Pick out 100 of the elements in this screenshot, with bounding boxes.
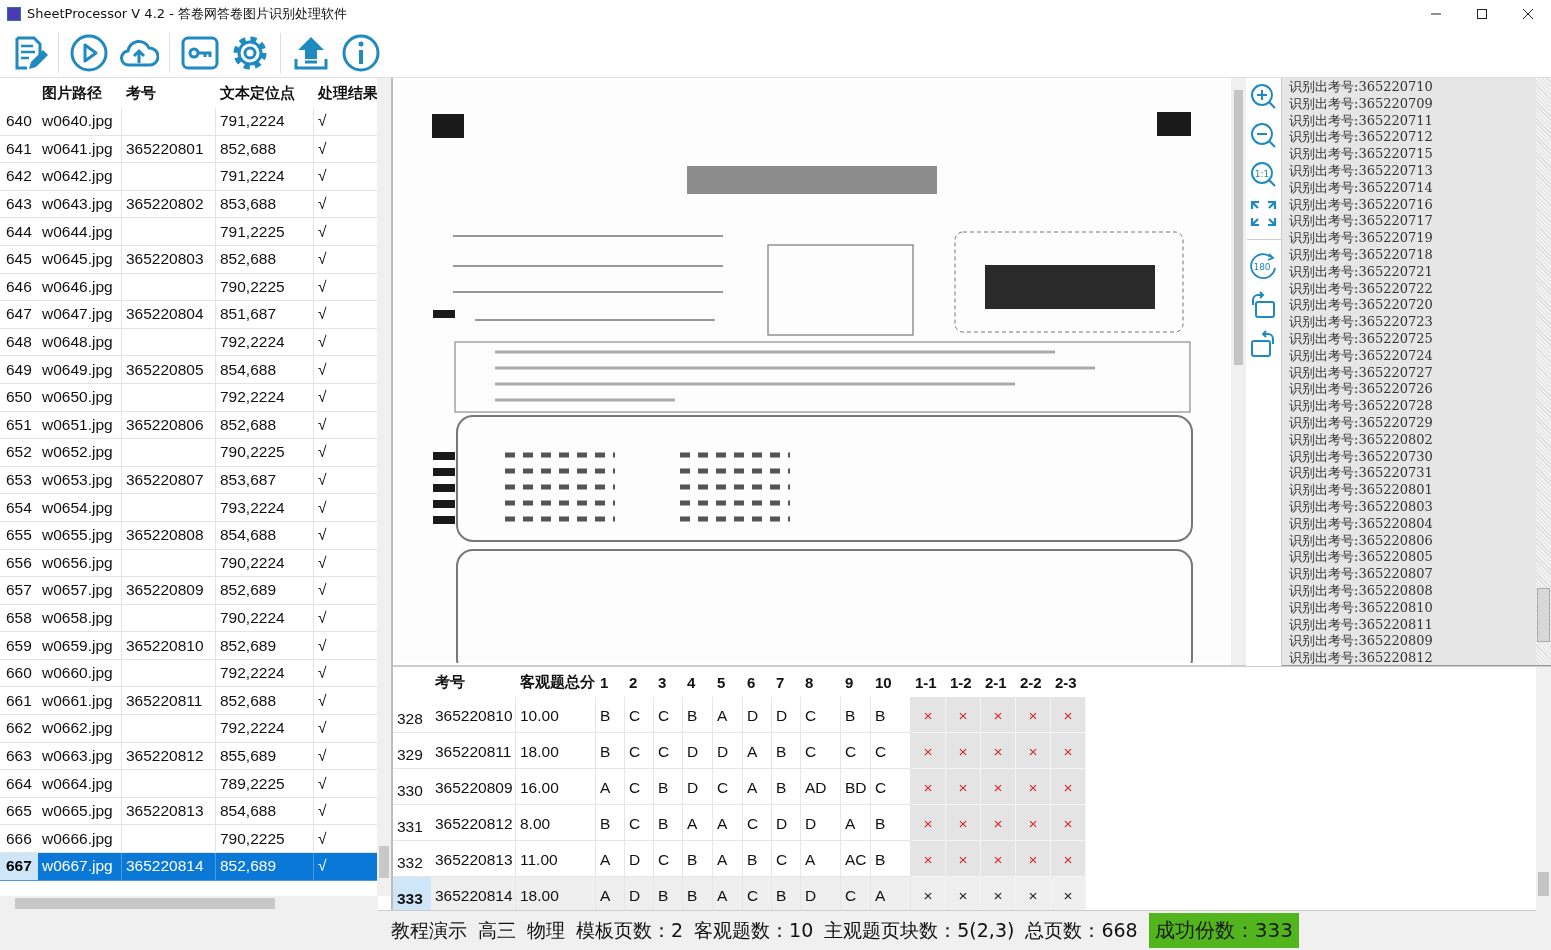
table-cell: 852,688 [216,687,314,716]
log-line: 识别出考号:365220710 [1289,79,1434,96]
table-cell: 792,2224 [216,659,314,688]
row-number: 667 [0,853,38,881]
column-header[interactable]: 10 [871,667,911,697]
column-header[interactable]: 文本定位点 [216,78,314,108]
table-cell: 852,688 [216,245,314,274]
log-line: 识别出考号:365220812 [1289,650,1434,665]
log-line: 识别出考号:365220727 [1289,364,1434,382]
log-line: 识别出考号:365220720 [1289,297,1434,315]
table-cell: w0661.jpg [38,687,122,716]
table-cell: D [772,697,801,733]
table-cell: 365220809 [122,577,216,605]
row-number: 652 [0,439,38,467]
column-header[interactable]: 5 [713,667,743,697]
table-cell: w0663.jpg [38,742,122,771]
scrollbar[interactable] [1536,78,1551,665]
zoom-in-icon[interactable] [1249,81,1278,111]
column-header[interactable]: 考号 [431,667,516,697]
table-cell: C [743,877,772,911]
scrollbar[interactable] [0,896,378,911]
zoom-out-icon[interactable] [1249,120,1278,150]
table-row[interactable]: 330 365220809 16.00 A C B D C A B AD BD C × × × × × [393,769,1086,805]
table-row[interactable]: 667 w0667.jpg 365220814 852,689 √ [0,853,378,881]
column-header[interactable]: 考号 [122,78,216,108]
table-cell: A [713,805,743,841]
table-cell: C [841,733,871,769]
column-header[interactable]: 客观题总分 [516,667,596,697]
table-row[interactable]: 328 365220810 10.00 B C C B A D D C B B × × × × × [393,697,1086,733]
table-cell: C [625,697,654,733]
table-cell: w0645.jpg [38,245,122,274]
table-cell: × [1016,841,1051,877]
table-cell: √ [314,853,378,881]
table-cell: A [841,805,871,841]
table-cell: w0655.jpg [38,521,122,550]
table-cell: 851,687 [216,301,314,329]
table-cell: 852,688 [216,135,314,164]
rotate-left-icon[interactable] [1249,290,1278,320]
column-header[interactable]: 1 [596,667,625,697]
row-number: 646 [0,273,38,302]
column-header[interactable]: 2-1 [981,667,1016,697]
table-cell: × [1051,841,1086,877]
scrollbar[interactable] [1231,78,1246,665]
row-number: 642 [0,163,38,191]
scrollbar[interactable] [1536,667,1551,911]
table-cell: C [654,733,683,769]
table-cell: 853,687 [216,466,314,495]
column-header[interactable]: 图片路径 [38,78,122,108]
table-cell: w0657.jpg [38,577,122,605]
table-cell: w0660.jpg [38,659,122,688]
column-header[interactable]: 处理结果 [314,78,378,108]
table-cell: w0648.jpg [38,328,122,357]
table-cell: 792,2224 [216,715,314,743]
table-cell: 790,2224 [216,549,314,578]
table-cell: 790,2225 [216,273,314,302]
table-cell: × [1016,697,1051,733]
table-cell: B [654,805,683,841]
info-icon [341,32,381,73]
row-number: 662 [0,715,38,743]
table-cell: B [772,877,801,911]
column-header[interactable]: 9 [841,667,871,697]
column-header[interactable]: 2-3 [1051,667,1086,697]
table-cell: × [911,805,946,841]
log-line: 识别出考号:365220712 [1289,129,1434,147]
column-header[interactable]: 3 [654,667,683,697]
column-header[interactable]: 1-2 [946,667,981,697]
status-text: 模板页数：2 [576,917,684,943]
close-icon[interactable] [1523,9,1533,19]
column-header[interactable]: 8 [801,667,841,697]
table-row[interactable]: 332 365220813 11.00 A D C B A B C A AC B × × × × × [393,841,1086,877]
column-header[interactable]: 2-2 [1016,667,1051,697]
log-line: 识别出考号:365220723 [1289,314,1434,331]
table-cell: 18.00 [516,877,596,911]
column-header[interactable]: 1-1 [911,667,946,697]
table-row[interactable]: 333 365220814 18.00 A D B B A C B D C A × × × × × [393,877,1086,911]
table-cell: 365220803 [122,245,216,274]
table-row[interactable]: 329 365220811 18.00 B C C D D A B C C C × × × × × [393,733,1086,769]
table-cell: w0643.jpg [38,190,122,219]
status-text: 高三 [478,917,516,943]
log-line: 识别出考号:365220728 [1289,398,1434,415]
table-cell: D [801,877,841,911]
table-cell: × [981,697,1016,733]
scrollbar[interactable] [377,78,391,896]
row-number: 659 [0,632,38,660]
maximize-icon[interactable] [1477,9,1487,19]
fit-screen-icon[interactable] [1249,198,1278,228]
log-line: 识别出考号:365220714 [1289,179,1434,197]
play-icon [69,32,109,73]
row-number: 664 [0,770,38,798]
table-row[interactable]: 331 365220812 8.00 B C B A A C D D A B × × × × × [393,805,1086,841]
table-cell: D [625,877,654,911]
column-header[interactable]: 6 [743,667,772,697]
column-header[interactable]: 4 [683,667,713,697]
table-cell: × [1051,805,1086,841]
table-cell: w0667.jpg [38,853,122,881]
app-icon [7,7,21,21]
column-header[interactable]: 2 [625,667,654,697]
row-number: 647 [0,301,38,329]
column-header[interactable]: 7 [772,667,801,697]
table-cell: × [946,877,981,911]
